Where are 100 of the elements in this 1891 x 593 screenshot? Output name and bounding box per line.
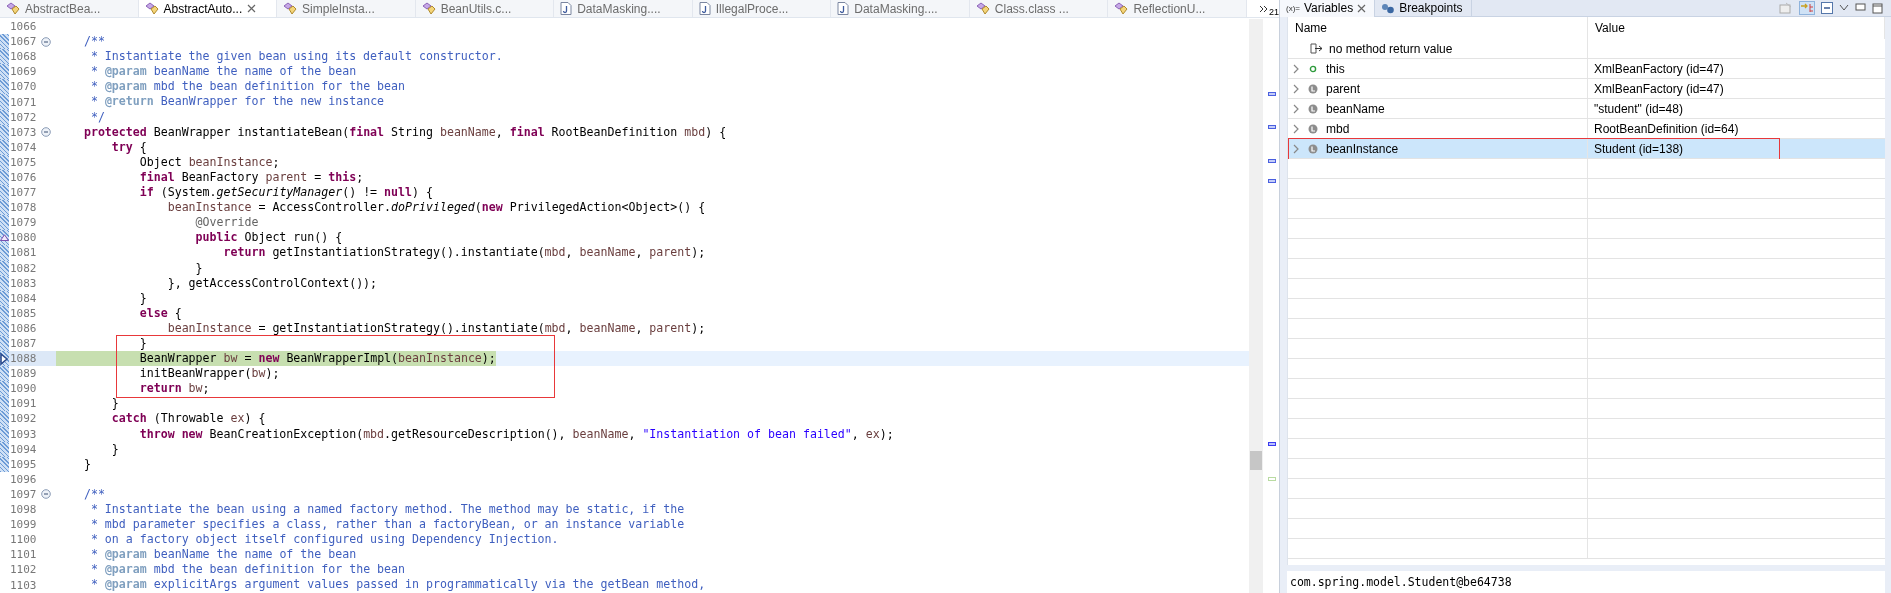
variables-view-glyph: (x)= [1286, 3, 1300, 13]
code-line: /** [82, 34, 105, 50]
line-number: 1073 [9, 125, 38, 139]
line-number: 1082 [9, 261, 38, 275]
code-line: * mbd parameter specifies a class, rather than a factoryBean, or an instance variable [89, 517, 685, 533]
editor-tab[interactable]: Class.class ... [969, 0, 1109, 17]
ruler-mark[interactable] [1268, 179, 1276, 183]
line-number: 1101 [9, 548, 38, 562]
code-line: @Override [194, 215, 259, 231]
editor-tab[interactable]: IllegalProce... [692, 0, 832, 17]
collapse-icon[interactable] [41, 489, 51, 500]
local-variable-icon [1308, 143, 1318, 154]
line-number: 1088 [9, 352, 38, 366]
show-logical-structure-icon[interactable] [1799, 1, 1815, 15]
code-line: */ [89, 109, 105, 125]
range-indicator [0, 245, 9, 261]
code-line: * @param mbd the bean definition for the bean [89, 79, 406, 95]
view-menu-icon[interactable] [1839, 4, 1849, 12]
range-indicator [0, 169, 9, 186]
editor-tab[interactable]: ReflectionU... [1108, 0, 1247, 17]
editor-tab[interactable]: AbstractBea... [0, 0, 139, 17]
expand-chevron-icon[interactable] [1293, 63, 1300, 74]
range-indicator [0, 275, 9, 291]
class-file-icon [421, 2, 436, 15]
variable-row[interactable]: beanInstance Student (id=138) [1288, 139, 1885, 159]
variable-name: this [1326, 61, 1345, 76]
range-indicator [0, 426, 9, 442]
code-line: } [138, 335, 147, 352]
class-file-icon [283, 2, 298, 15]
variable-row[interactable]: beanName "student" (id=48) [1288, 99, 1885, 119]
ruler-mark[interactable] [1268, 92, 1276, 96]
code-line: } [138, 290, 147, 306]
code-line: else { [138, 305, 182, 321]
collapse-icon[interactable] [41, 127, 51, 138]
collapse-icon[interactable] [41, 36, 51, 47]
java-file-icon [698, 2, 711, 15]
scrollbar[interactable] [1249, 19, 1263, 593]
line-number: 1066 [9, 20, 38, 34]
class-file-icon [1114, 2, 1129, 15]
variable-row[interactable]: no method return value [1288, 39, 1885, 59]
field-icon [1309, 64, 1317, 73]
range-indicator [0, 320, 9, 336]
editor-tab[interactable]: DataMasking.... [554, 0, 693, 17]
ruler-mark[interactable] [1268, 159, 1276, 163]
range-indicator [0, 305, 9, 321]
editor-tab[interactable]: SimpleInsta... [277, 0, 416, 17]
code-line: return getInstantiationStrategy().instantiate(mbd, beanName, parent); [222, 245, 706, 261]
code-line: * @param explicitArgs argument values passed in programmatically via the getBean method, [89, 577, 706, 593]
minimize-icon[interactable] [1855, 3, 1866, 13]
expand-chevron-icon[interactable] [1293, 83, 1300, 94]
scroll-thumb[interactable] [1250, 451, 1262, 470]
close-icon[interactable] [1357, 3, 1367, 13]
line-number: 1103 [9, 578, 38, 592]
expand-chevron-icon[interactable] [1293, 143, 1300, 154]
code-line: } [194, 260, 203, 276]
view-tab[interactable]: Breakpoints [1375, 0, 1472, 17]
code-line: * @param mbd the bean definition for the bean [89, 562, 406, 578]
range-indicator [0, 34, 9, 50]
editor-tab[interactable]: BeanUtils.c... [415, 0, 555, 17]
line-number: 1089 [9, 367, 38, 381]
line-number: 1097 [9, 487, 38, 501]
line-number: 1079 [9, 216, 38, 230]
line-number: 1098 [9, 503, 38, 517]
range-indicator [0, 456, 9, 472]
range-indicator [0, 154, 9, 170]
range-indicator [0, 94, 9, 110]
view-tab[interactable]: (x)= Variables [1280, 0, 1376, 17]
variable-name: beanInstance [1326, 141, 1399, 156]
ruler-mark[interactable] [1268, 442, 1276, 446]
local-variable-icon [1308, 103, 1318, 114]
variable-row[interactable]: this XmlBeanFactory (id=47) [1288, 59, 1885, 79]
range-indicator [0, 49, 9, 65]
maximize-icon[interactable] [1872, 2, 1883, 14]
code-line: * Instantiate the bean using a named factory method. The method may be static, if the [89, 502, 685, 518]
ruler-mark[interactable] [1268, 125, 1276, 129]
range-indicator [0, 441, 9, 457]
expand-chevron-icon[interactable] [1293, 123, 1300, 134]
code-line: }, getAccessControlContext()); [166, 275, 378, 291]
chevron-icon[interactable] [1258, 4, 1268, 13]
range-indicator [0, 64, 9, 80]
line-number: 1068 [9, 50, 38, 64]
editor-tab[interactable]: DataMasking.... [831, 0, 970, 17]
code-line: /** [82, 486, 105, 502]
class-file-icon [6, 2, 20, 15]
code-line: public Object run() { [194, 230, 343, 246]
variable-row[interactable]: parent XmlBeanFactory (id=47) [1288, 79, 1885, 99]
range-indicator [0, 335, 9, 352]
code-line: initBeanWrapper(bw); [138, 366, 280, 382]
range-indicator [0, 260, 9, 276]
line-number: 1096 [9, 472, 38, 486]
tab-overflow-count[interactable]: 21 [1268, 6, 1279, 17]
variable-value: "student" (id=48) [1593, 100, 1684, 118]
class-file-icon [144, 2, 159, 15]
variable-name: beanName [1326, 101, 1385, 116]
line-number: 1099 [9, 518, 38, 532]
close-icon[interactable] [247, 4, 257, 13]
expand-chevron-icon[interactable] [1293, 103, 1300, 114]
range-indicator [0, 215, 9, 231]
variable-name: no method return value [1329, 41, 1453, 56]
collapse-all-icon[interactable] [1821, 2, 1833, 14]
